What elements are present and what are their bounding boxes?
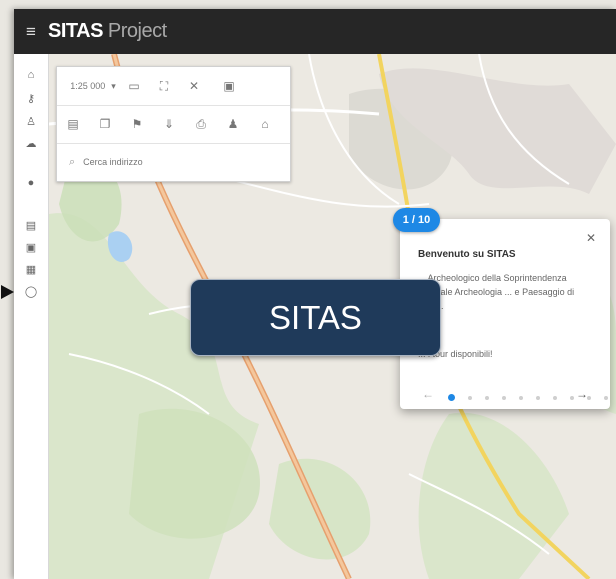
frame-icon[interactable]: ⛶ — [149, 74, 179, 98]
pin-icon[interactable]: ● — [14, 174, 48, 192]
key-icon[interactable]: ⚷ — [14, 89, 48, 107]
hamburger-menu-icon[interactable]: ≡ — [14, 22, 48, 42]
tour-dot[interactable] — [536, 395, 540, 400]
tour-dot[interactable] — [553, 395, 557, 400]
bag-icon[interactable]: ♟ — [217, 112, 249, 136]
copy-icon[interactable]: ❐ — [89, 112, 121, 136]
sidebar: ⌂ ⚷ ♙ ☁ ● ▤ ▣ ▦ ◯ — [14, 54, 49, 579]
address-search-input[interactable] — [81, 156, 256, 168]
arrow-left-icon[interactable]: ← — [422, 387, 434, 401]
tour-body: ... Archeologico della Soprintendenza Sp… — [418, 273, 575, 311]
tour-dot[interactable] — [502, 395, 506, 400]
scale-select[interactable]: 1:25 000 ▾ — [57, 74, 119, 98]
printer-icon[interactable]: ⎙ — [185, 112, 217, 136]
database-icon[interactable]: ▤ — [14, 216, 48, 234]
clipboard-icon[interactable]: ▣ — [209, 74, 249, 98]
layers-icon[interactable]: ▦ — [14, 260, 48, 278]
tour-dot-active[interactable] — [448, 394, 455, 401]
toolbox-row-2: ▤ ❐ ⚑ ⇓ ⎙ ♟ ⌂ — [57, 105, 290, 144]
arrow-pointer-icon — [1, 285, 14, 299]
cloud-upload-icon[interactable]: ⌂ — [249, 112, 281, 136]
pin-person-icon[interactable]: ⇓ — [153, 112, 185, 136]
toolbox-row-1: 1:25 000 ▾ ▭ ⛶ ✕ ▣ — [57, 67, 290, 106]
app-title: SITAS Project — [48, 20, 167, 43]
close-icon[interactable]: ✕ — [586, 231, 596, 245]
tour-dot[interactable] — [468, 395, 472, 400]
tour-step-badge: 1 / 10 — [393, 208, 440, 232]
tour-dot[interactable] — [485, 395, 489, 400]
chevron-down-icon: ▾ — [111, 80, 116, 91]
top-bar: ≡ SITAS Project — [14, 9, 616, 54]
tour-dot[interactable] — [604, 395, 608, 400]
arrow-right-icon[interactable]: → — [576, 387, 588, 401]
cloud-icon[interactable]: ☁ — [14, 134, 48, 152]
scale-value: 1:25 000 — [70, 81, 106, 91]
app-title-bold: SITAS — [48, 20, 103, 42]
info-icon[interactable]: ◯ — [14, 282, 48, 300]
person-walk-icon[interactable]: ♙ — [14, 112, 48, 130]
tour-dot[interactable] — [519, 395, 523, 400]
square-icon[interactable]: ▣ — [14, 238, 48, 256]
close-icon[interactable]: ✕ — [179, 74, 209, 98]
sitas-callout: SITAS — [190, 279, 441, 356]
tour-title: Benvenuto su SITAS — [418, 249, 516, 260]
document-icon[interactable]: ▤ — [57, 112, 89, 136]
app-title-light: Project — [107, 20, 167, 42]
tour-dot[interactable] — [570, 395, 574, 400]
ruler-icon[interactable]: ▭ — [119, 74, 149, 98]
flag-icon[interactable]: ⚑ — [121, 112, 153, 136]
home-icon[interactable]: ⌂ — [14, 66, 48, 84]
toolbox-row-3: ⌕ — [57, 143, 290, 181]
map-toolbox: 1:25 000 ▾ ▭ ⛶ ✕ ▣ ▤ ❐ ⚑ ⇓ ⎙ ♟ ⌂ ⌕ — [56, 66, 291, 182]
search-icon: ⌕ — [69, 155, 76, 168]
